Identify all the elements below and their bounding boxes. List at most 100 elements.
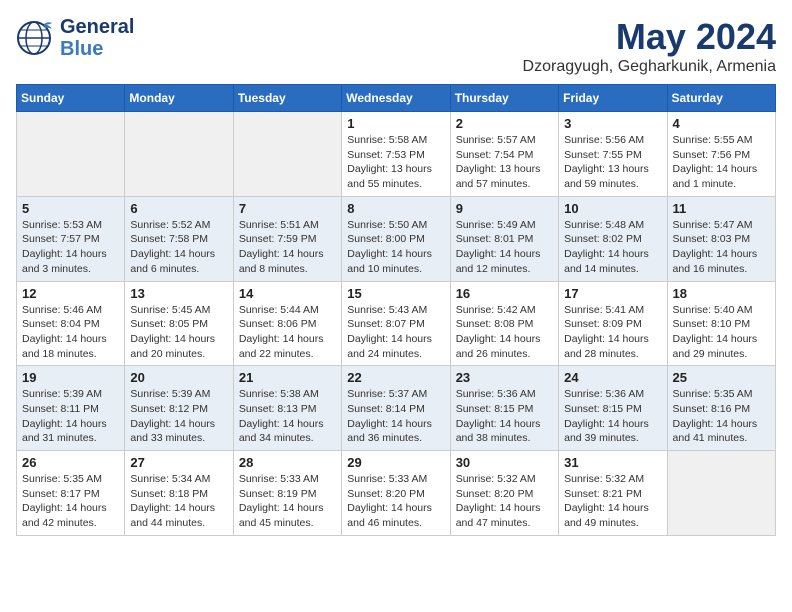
day-number: 18 xyxy=(673,286,770,301)
day-number: 6 xyxy=(130,201,227,216)
day-number: 30 xyxy=(456,455,553,470)
calendar-cell: 23 Sunrise: 5:36 AM Sunset: 8:15 PM Dayli… xyxy=(450,366,558,451)
day-number: 27 xyxy=(130,455,227,470)
logo-icon xyxy=(16,20,54,56)
calendar-week-row-2: 5 Sunrise: 5:53 AM Sunset: 7:57 PM Daylig… xyxy=(17,196,776,281)
day-number: 1 xyxy=(347,116,444,131)
logo: General Blue xyxy=(16,16,134,60)
day-number: 29 xyxy=(347,455,444,470)
calendar-week-row-1: 1 Sunrise: 5:58 AM Sunset: 7:53 PM Daylig… xyxy=(17,112,776,197)
day-info: Sunrise: 5:57 AM Sunset: 7:54 PM Dayligh… xyxy=(456,133,553,192)
day-number: 8 xyxy=(347,201,444,216)
day-number: 22 xyxy=(347,370,444,385)
calendar-week-row-3: 12Sunrise: 5:46 AM Sunset: 8:04 PM Dayli… xyxy=(17,281,776,366)
day-number: 16 xyxy=(456,286,553,301)
day-number: 2 xyxy=(456,116,553,131)
day-info: Sunrise: 5:45 AM Sunset: 8:05 PM Dayligh… xyxy=(130,303,227,362)
calendar-cell xyxy=(233,112,341,197)
calendar-cell: 28Sunrise: 5:33 AM Sunset: 8:19 PM Dayli… xyxy=(233,451,341,536)
calendar-cell: 31 Sunrise: 5:32 AM Sunset: 8:21 PM Dayli… xyxy=(559,451,667,536)
calendar-header-sunday: Sunday xyxy=(17,85,125,112)
day-number: 24 xyxy=(564,370,661,385)
calendar-cell: 18 Sunrise: 5:40 AM Sunset: 8:10 PM Dayli… xyxy=(667,281,775,366)
calendar-cell: 19 Sunrise: 5:39 AM Sunset: 8:11 PM Dayli… xyxy=(17,366,125,451)
day-info: Sunrise: 5:47 AM Sunset: 8:03 PM Dayligh… xyxy=(673,218,770,277)
calendar-cell: 10Sunrise: 5:48 AM Sunset: 8:02 PM Dayli… xyxy=(559,196,667,281)
day-number: 31 xyxy=(564,455,661,470)
day-info: Sunrise: 5:32 AM Sunset: 8:21 PM Dayligh… xyxy=(564,472,661,531)
calendar-cell: 25 Sunrise: 5:35 AM Sunset: 8:16 PM Dayli… xyxy=(667,366,775,451)
day-info: Sunrise: 5:32 AM Sunset: 8:20 PM Dayligh… xyxy=(456,472,553,531)
calendar-header-saturday: Saturday xyxy=(667,85,775,112)
calendar-cell: 22 Sunrise: 5:37 AM Sunset: 8:14 PM Dayli… xyxy=(342,366,450,451)
calendar-cell: 8Sunrise: 5:50 AM Sunset: 8:00 PM Daylig… xyxy=(342,196,450,281)
day-number: 11 xyxy=(673,201,770,216)
calendar-week-row-5: 26 Sunrise: 5:35 AM Sunset: 8:17 PM Dayli… xyxy=(17,451,776,536)
day-info: Sunrise: 5:33 AM Sunset: 8:20 PM Dayligh… xyxy=(347,472,444,531)
day-info: Sunrise: 5:56 AM Sunset: 7:55 PM Dayligh… xyxy=(564,133,661,192)
calendar-cell: 27 Sunrise: 5:34 AM Sunset: 8:18 PM Dayli… xyxy=(125,451,233,536)
calendar-header-tuesday: Tuesday xyxy=(233,85,341,112)
calendar-table: SundayMondayTuesdayWednesdayThursdayFrid… xyxy=(16,84,776,536)
calendar-header-monday: Monday xyxy=(125,85,233,112)
page-header: General Blue May 2024 Dzoragyugh, Geghar… xyxy=(16,16,776,76)
calendar-cell: 4Sunrise: 5:55 AM Sunset: 7:56 PM Daylig… xyxy=(667,112,775,197)
calendar-cell: 15 Sunrise: 5:43 AM Sunset: 8:07 PM Dayli… xyxy=(342,281,450,366)
logo-text-general: General xyxy=(60,16,134,38)
calendar-cell xyxy=(17,112,125,197)
day-number: 25 xyxy=(673,370,770,385)
day-number: 7 xyxy=(239,201,336,216)
day-number: 19 xyxy=(22,370,119,385)
day-info: Sunrise: 5:40 AM Sunset: 8:10 PM Dayligh… xyxy=(673,303,770,362)
calendar-cell: 26 Sunrise: 5:35 AM Sunset: 8:17 PM Dayli… xyxy=(17,451,125,536)
day-info: Sunrise: 5:48 AM Sunset: 8:02 PM Dayligh… xyxy=(564,218,661,277)
day-info: Sunrise: 5:55 AM Sunset: 7:56 PM Dayligh… xyxy=(673,133,770,192)
calendar-cell: 30 Sunrise: 5:32 AM Sunset: 8:20 PM Dayli… xyxy=(450,451,558,536)
day-info: Sunrise: 5:53 AM Sunset: 7:57 PM Dayligh… xyxy=(22,218,119,277)
day-number: 28 xyxy=(239,455,336,470)
calendar-cell: 2 Sunrise: 5:57 AM Sunset: 7:54 PM Daylig… xyxy=(450,112,558,197)
day-info: Sunrise: 5:38 AM Sunset: 8:13 PM Dayligh… xyxy=(239,387,336,446)
calendar-cell xyxy=(667,451,775,536)
day-number: 17 xyxy=(564,286,661,301)
calendar-cell: 7 Sunrise: 5:51 AM Sunset: 7:59 PM Daylig… xyxy=(233,196,341,281)
day-info: Sunrise: 5:41 AM Sunset: 8:09 PM Dayligh… xyxy=(564,303,661,362)
calendar-cell: 6 Sunrise: 5:52 AM Sunset: 7:58 PM Daylig… xyxy=(125,196,233,281)
day-number: 15 xyxy=(347,286,444,301)
day-info: Sunrise: 5:34 AM Sunset: 8:18 PM Dayligh… xyxy=(130,472,227,531)
calendar-cell: 24 Sunrise: 5:36 AM Sunset: 8:15 PM Dayli… xyxy=(559,366,667,451)
calendar-cell: 16 Sunrise: 5:42 AM Sunset: 8:08 PM Dayli… xyxy=(450,281,558,366)
day-info: Sunrise: 5:35 AM Sunset: 8:17 PM Dayligh… xyxy=(22,472,119,531)
calendar-cell: 21 Sunrise: 5:38 AM Sunset: 8:13 PM Dayli… xyxy=(233,366,341,451)
day-info: Sunrise: 5:36 AM Sunset: 8:15 PM Dayligh… xyxy=(564,387,661,446)
calendar-cell: 13 Sunrise: 5:45 AM Sunset: 8:05 PM Dayli… xyxy=(125,281,233,366)
calendar-week-row-4: 19 Sunrise: 5:39 AM Sunset: 8:11 PM Dayli… xyxy=(17,366,776,451)
calendar-cell: 5 Sunrise: 5:53 AM Sunset: 7:57 PM Daylig… xyxy=(17,196,125,281)
calendar-header-thursday: Thursday xyxy=(450,85,558,112)
day-info: Sunrise: 5:42 AM Sunset: 8:08 PM Dayligh… xyxy=(456,303,553,362)
day-info: Sunrise: 5:43 AM Sunset: 8:07 PM Dayligh… xyxy=(347,303,444,362)
day-number: 21 xyxy=(239,370,336,385)
month-year-title: May 2024 xyxy=(523,16,776,58)
day-info: Sunrise: 5:36 AM Sunset: 8:15 PM Dayligh… xyxy=(456,387,553,446)
day-info: Sunrise: 5:39 AM Sunset: 8:12 PM Dayligh… xyxy=(130,387,227,446)
day-number: 12 xyxy=(22,286,119,301)
calendar-header-friday: Friday xyxy=(559,85,667,112)
day-number: 26 xyxy=(22,455,119,470)
day-info: Sunrise: 5:39 AM Sunset: 8:11 PM Dayligh… xyxy=(22,387,119,446)
day-info: Sunrise: 5:51 AM Sunset: 7:59 PM Dayligh… xyxy=(239,218,336,277)
calendar-cell: 9Sunrise: 5:49 AM Sunset: 8:01 PM Daylig… xyxy=(450,196,558,281)
calendar-cell: 3Sunrise: 5:56 AM Sunset: 7:55 PM Daylig… xyxy=(559,112,667,197)
day-info: Sunrise: 5:58 AM Sunset: 7:53 PM Dayligh… xyxy=(347,133,444,192)
day-number: 23 xyxy=(456,370,553,385)
day-info: Sunrise: 5:37 AM Sunset: 8:14 PM Dayligh… xyxy=(347,387,444,446)
day-number: 13 xyxy=(130,286,227,301)
location-subtitle: Dzoragyugh, Gegharkunik, Armenia xyxy=(523,58,776,76)
day-info: Sunrise: 5:49 AM Sunset: 8:01 PM Dayligh… xyxy=(456,218,553,277)
calendar-cell: 17 Sunrise: 5:41 AM Sunset: 8:09 PM Dayli… xyxy=(559,281,667,366)
day-number: 5 xyxy=(22,201,119,216)
calendar-cell: 1 Sunrise: 5:58 AM Sunset: 7:53 PM Daylig… xyxy=(342,112,450,197)
day-number: 20 xyxy=(130,370,227,385)
day-info: Sunrise: 5:52 AM Sunset: 7:58 PM Dayligh… xyxy=(130,218,227,277)
day-info: Sunrise: 5:35 AM Sunset: 8:16 PM Dayligh… xyxy=(673,387,770,446)
